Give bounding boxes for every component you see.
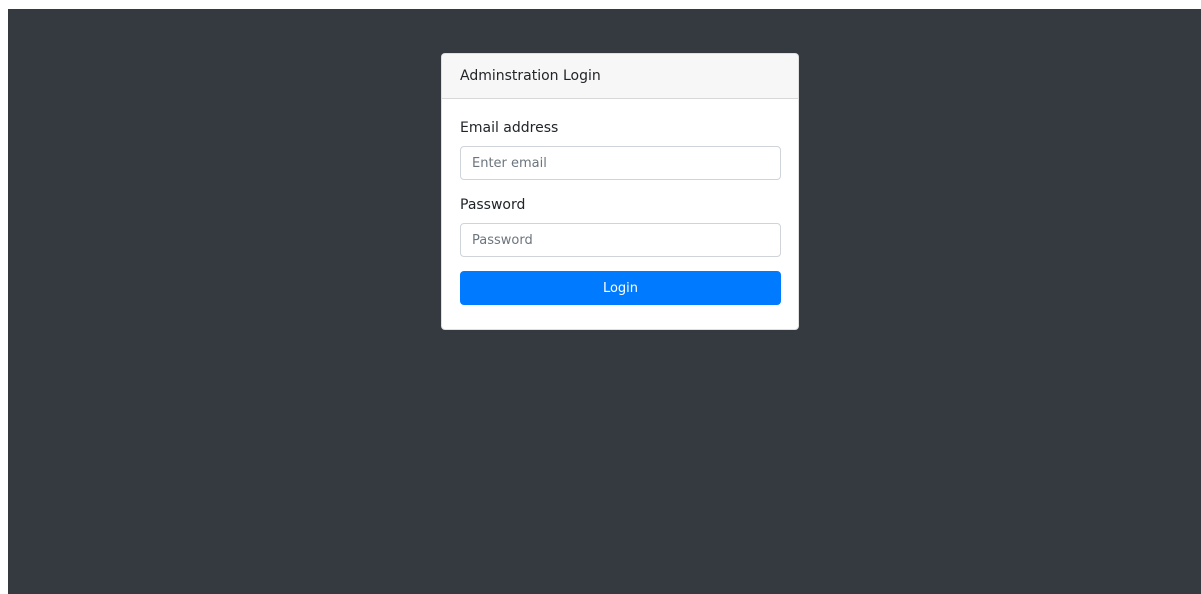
- login-form: Email address Password Login: [442, 99, 798, 305]
- email-form-group: Email address: [460, 119, 781, 180]
- password-label: Password: [460, 197, 526, 213]
- password-form-group: Password: [460, 196, 781, 257]
- login-card: Adminstration Login Email address Passwo…: [441, 53, 799, 330]
- login-button[interactable]: Login: [460, 271, 781, 305]
- login-card-header: Adminstration Login: [442, 54, 798, 99]
- email-label: Email address: [460, 120, 559, 136]
- login-card-title: Adminstration Login: [460, 68, 601, 84]
- email-input[interactable]: [460, 146, 781, 180]
- password-input[interactable]: [460, 223, 781, 257]
- page-background: Adminstration Login Email address Passwo…: [8, 9, 1201, 594]
